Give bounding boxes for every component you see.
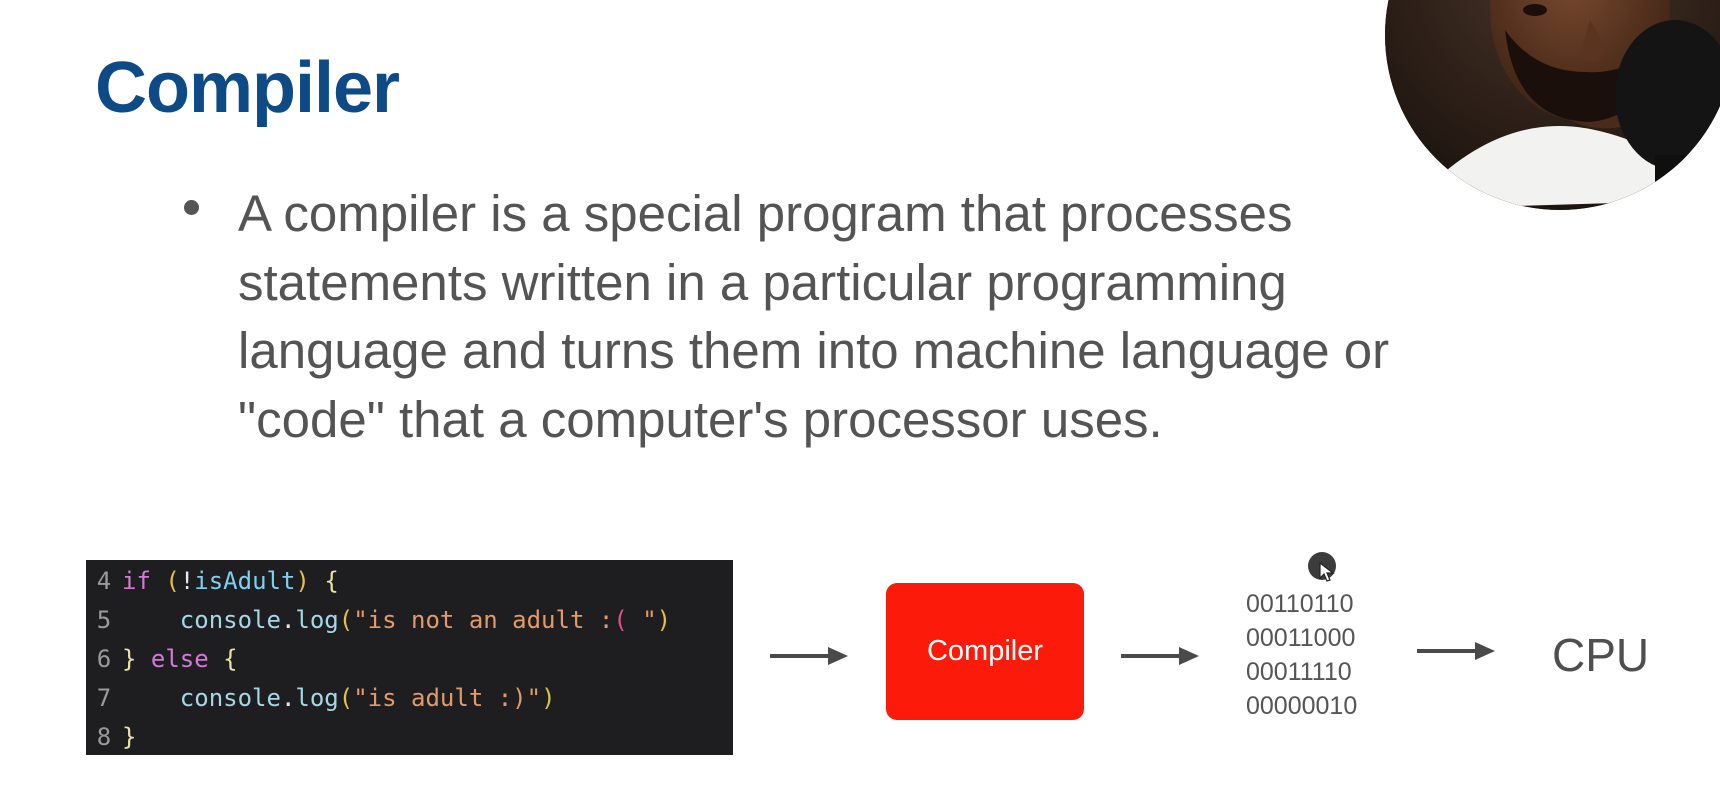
bullet-line: statements written in a particular progr…	[238, 253, 1287, 311]
code-snippet-panel: 4 if (!isAdult) {5 console.log("is not an…	[86, 560, 733, 755]
code-token: console	[179, 606, 281, 634]
bullet-line: "code" that a computer's processor uses.	[238, 390, 1163, 448]
slide-title: Compiler	[95, 48, 400, 128]
line-number: 4	[96, 567, 112, 595]
code-token: console	[179, 684, 281, 712]
code-token: {	[309, 567, 339, 595]
code-token: !	[179, 567, 195, 595]
code-token: (	[338, 684, 354, 712]
code-token: isAdult	[194, 567, 296, 595]
code-token: .	[280, 684, 296, 712]
binary-line: 00011000	[1246, 624, 1356, 652]
code-token: "is adult :)"	[353, 684, 542, 712]
code-token: "is not an adult :	[353, 606, 614, 634]
code-token: }	[122, 645, 137, 673]
code-line: 4 if (!isAdult) {	[86, 562, 733, 601]
binary-line: 00011110	[1246, 658, 1352, 686]
binary-line: 00110110	[1246, 590, 1354, 618]
code-token: }	[122, 723, 137, 751]
code-token: log	[295, 684, 339, 712]
code-line: 8}	[86, 718, 733, 757]
code-token: if	[122, 567, 151, 595]
arrow-right-icon	[770, 644, 848, 668]
code-token: )	[656, 606, 672, 634]
code-token: .	[280, 606, 296, 634]
code-line: 7 console.log("is adult :)")	[86, 679, 733, 718]
cpu-label: CPU	[1552, 629, 1650, 681]
code-token: log	[295, 606, 339, 634]
code-token: else	[150, 645, 209, 673]
code-token: {	[208, 645, 238, 673]
code-token: )	[295, 567, 310, 595]
bullet-dot-icon	[184, 200, 199, 215]
presenter-webcam	[1385, 0, 1720, 210]
compiler-box: Compiler	[886, 583, 1084, 720]
arrow-right-icon	[1417, 639, 1495, 663]
mouse-cursor-icon	[1319, 562, 1335, 582]
code-line: 6} else {	[86, 640, 733, 679]
code-token: "	[642, 606, 657, 634]
binary-line: 00000010	[1246, 692, 1358, 720]
bullet-paragraph: A compiler is a special program that pro…	[238, 180, 1538, 454]
line-number: 8	[96, 723, 112, 751]
line-number: 5	[96, 606, 112, 634]
binary-output: 00110110 00011000 00011110 00000010	[1246, 587, 1357, 723]
code-line: 5 console.log("is not an adult :( ")	[86, 601, 733, 640]
code-token: (	[613, 606, 643, 634]
code-token: (	[338, 606, 354, 634]
presenter-image	[1385, 0, 1720, 210]
arrow-right-icon	[1121, 644, 1199, 668]
line-number: 7	[96, 684, 112, 712]
line-number: 6	[96, 645, 112, 673]
bullet-line: A compiler is a special program that pro…	[238, 185, 1293, 242]
code-token: )	[541, 684, 556, 712]
bullet-line: language and turns them into machine lan…	[238, 322, 1390, 379]
code-token: (	[165, 567, 180, 595]
